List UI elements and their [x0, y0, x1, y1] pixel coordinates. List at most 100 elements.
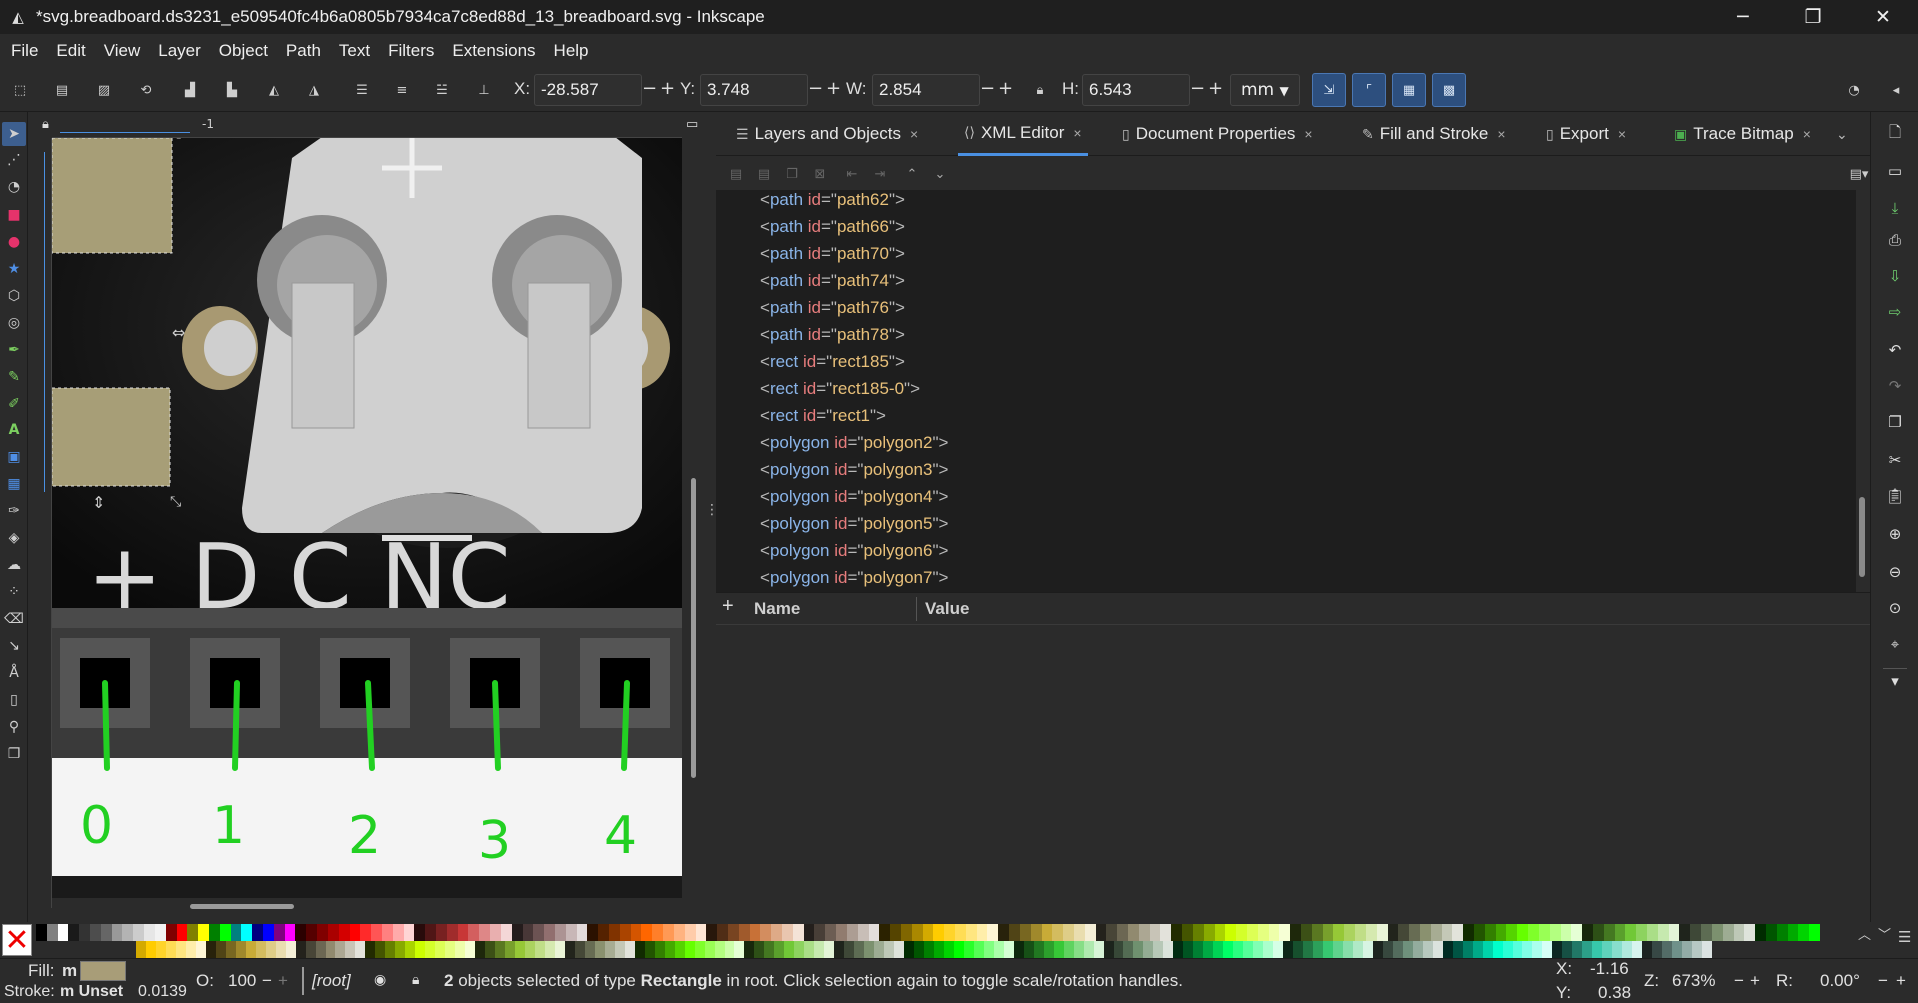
color-swatch[interactable] [933, 924, 945, 941]
color-swatch[interactable] [704, 941, 715, 958]
color-swatch[interactable] [208, 924, 220, 941]
cut-icon[interactable]: ✂ [1883, 448, 1907, 472]
color-swatch[interactable] [674, 941, 685, 958]
canvas-vertical-scroll-thumb[interactable] [691, 478, 696, 778]
new-element-node-icon[interactable]: ▤ [726, 164, 746, 184]
fill-swatch[interactable] [80, 961, 126, 981]
color-swatch[interactable] [265, 941, 276, 958]
color-swatch[interactable] [1023, 941, 1034, 958]
color-swatch[interactable] [584, 941, 595, 958]
color-swatch[interactable] [245, 941, 256, 958]
color-swatch[interactable] [973, 941, 984, 958]
color-swatch[interactable] [457, 924, 469, 941]
color-swatch[interactable] [884, 941, 895, 958]
pencil-tool-icon[interactable]: ✎ [2, 365, 26, 389]
undo-icon[interactable]: ↶ [1883, 338, 1907, 362]
color-swatch[interactable] [1236, 924, 1248, 941]
color-swatch[interactable] [1452, 924, 1464, 941]
color-swatch[interactable] [175, 941, 186, 958]
menu-extensions[interactable]: Extensions [443, 41, 544, 61]
h-field[interactable]: 6.543 [1082, 74, 1190, 106]
scale-handle-icon[interactable]: ⤡ [170, 494, 181, 510]
w-field[interactable]: 2.854 [872, 74, 980, 106]
color-swatch[interactable] [1138, 924, 1150, 941]
indent-node-icon[interactable]: ⇥ [870, 164, 890, 184]
color-swatch[interactable] [1263, 941, 1274, 958]
color-swatch[interactable] [784, 941, 795, 958]
color-swatch[interactable] [425, 924, 437, 941]
menu-help[interactable]: Help [545, 41, 598, 61]
color-swatch[interactable] [215, 941, 226, 958]
visibility-eye-icon[interactable]: ◉ [374, 971, 386, 988]
color-swatch[interactable] [738, 924, 750, 941]
zoom-field[interactable]: 673% [1672, 971, 1715, 991]
color-swatch[interactable] [664, 941, 675, 958]
color-swatch[interactable] [225, 941, 236, 958]
color-swatch[interactable] [654, 941, 665, 958]
color-swatch[interactable] [1442, 941, 1453, 958]
color-swatch[interactable] [652, 924, 664, 941]
color-swatch[interactable] [1283, 941, 1294, 958]
raise-node-icon[interactable]: ⌃ [902, 164, 922, 184]
tab-export[interactable]: ▯ Export × [1546, 112, 1626, 156]
color-swatch[interactable] [1392, 941, 1403, 958]
color-swatch[interactable] [90, 924, 102, 941]
color-swatch[interactable] [922, 924, 934, 941]
color-swatch[interactable] [868, 924, 880, 941]
color-swatch[interactable] [1041, 924, 1053, 941]
zoom-page-icon[interactable]: ⊙ [1883, 596, 1907, 620]
color-swatch[interactable] [924, 941, 934, 958]
xml-node[interactable]: <polygon id="polygon3"> [760, 460, 948, 487]
lock-guides-icon[interactable]: 🔒︎ [42, 117, 49, 132]
color-swatch[interactable] [415, 941, 426, 958]
zoom-selection-icon[interactable]: ⊕ [1883, 522, 1907, 546]
color-swatch[interactable] [1117, 924, 1129, 941]
minimize-button[interactable]: ─ [1708, 0, 1778, 34]
color-swatch[interactable] [1093, 941, 1104, 958]
canvas-horizontal-scroll-thumb[interactable] [190, 904, 294, 909]
spray-tool-icon[interactable]: ⁘ [2, 580, 26, 604]
color-swatch[interactable] [1474, 924, 1485, 941]
ellipse-tool-icon[interactable]: ● [2, 230, 26, 254]
no-paint-swatch[interactable]: ✕ [2, 924, 32, 956]
select-all-layers-icon[interactable]: ▤ [50, 78, 74, 102]
color-swatch[interactable] [500, 924, 512, 941]
color-swatch[interactable] [1482, 941, 1493, 958]
color-swatch[interactable] [1257, 924, 1269, 941]
color-swatch[interactable] [911, 924, 923, 941]
zoom-tool-icon[interactable]: ⚲ [2, 715, 26, 739]
color-swatch[interactable] [1662, 941, 1673, 958]
color-swatch[interactable] [1214, 924, 1226, 941]
color-swatch[interactable] [57, 924, 69, 941]
color-swatch[interactable] [983, 941, 994, 958]
color-swatch[interactable] [306, 924, 318, 941]
color-swatch[interactable] [933, 941, 944, 958]
w-increment-button[interactable]: + [998, 78, 1013, 99]
color-swatch[interactable] [230, 924, 242, 941]
deselect-icon[interactable]: ▨ [92, 78, 116, 102]
color-swatch[interactable] [144, 924, 156, 941]
color-swatch[interactable] [598, 924, 610, 941]
color-swatch[interactable] [1809, 924, 1821, 941]
color-swatch[interactable] [1084, 924, 1096, 941]
dropper-tool-icon[interactable]: ✑ [2, 499, 26, 523]
opacity-field[interactable]: 100 [228, 971, 256, 991]
unit-select[interactable]: mm ▼ [1230, 74, 1300, 106]
color-swatch[interactable] [446, 924, 458, 941]
flip-vertical-icon[interactable]: ◮ [302, 78, 326, 102]
left-ruler[interactable] [30, 138, 52, 908]
color-swatch[interactable] [1332, 941, 1343, 958]
color-swatch[interactable] [587, 924, 599, 941]
color-swatch[interactable] [1711, 924, 1723, 941]
color-swatch[interactable] [1009, 924, 1021, 941]
color-swatch[interactable] [1355, 924, 1367, 941]
color-swatch[interactable] [1213, 941, 1224, 958]
gradient-tool-icon[interactable]: ▣ [2, 445, 26, 469]
color-swatch[interactable] [771, 924, 783, 941]
color-swatch[interactable] [1582, 941, 1593, 958]
color-swatch[interactable] [414, 924, 426, 941]
color-swatch[interactable] [879, 924, 891, 941]
tweak-tool-icon[interactable]: ☁ [2, 553, 26, 577]
color-swatch[interactable] [255, 941, 266, 958]
more-commands-icon[interactable]: ▾ [1883, 668, 1907, 692]
